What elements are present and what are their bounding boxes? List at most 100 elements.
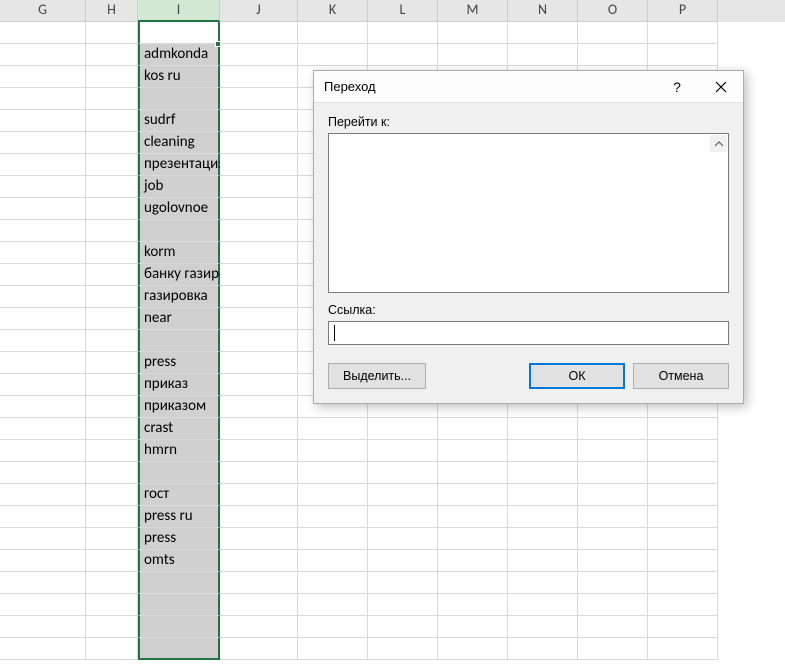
cell[interactable]: [368, 484, 438, 506]
cell[interactable]: admkonda: [138, 44, 220, 66]
cell[interactable]: [0, 330, 86, 352]
cell[interactable]: [438, 572, 508, 594]
scroll-up-button[interactable]: [710, 135, 727, 152]
cell[interactable]: [86, 352, 138, 374]
cell[interactable]: [86, 638, 138, 660]
cell[interactable]: [220, 594, 298, 616]
cell[interactable]: [0, 176, 86, 198]
column-header-G[interactable]: G: [0, 0, 86, 22]
cell[interactable]: [138, 220, 220, 242]
cell[interactable]: [86, 396, 138, 418]
cell[interactable]: [368, 44, 438, 66]
cell[interactable]: [86, 484, 138, 506]
cell[interactable]: [86, 264, 138, 286]
dialog-titlebar[interactable]: Переход ?: [314, 71, 743, 103]
cell[interactable]: [0, 44, 86, 66]
cell[interactable]: [220, 440, 298, 462]
cell[interactable]: [0, 220, 86, 242]
cell[interactable]: [438, 528, 508, 550]
cell[interactable]: omts: [138, 550, 220, 572]
cell[interactable]: [86, 220, 138, 242]
cell[interactable]: [0, 462, 86, 484]
cell[interactable]: [368, 616, 438, 638]
cell[interactable]: [298, 440, 368, 462]
cell[interactable]: [220, 88, 298, 110]
cell[interactable]: [138, 616, 220, 638]
cell[interactable]: [438, 22, 508, 44]
cell[interactable]: [138, 88, 220, 110]
cell[interactable]: [86, 110, 138, 132]
cell[interactable]: hmrn: [138, 440, 220, 462]
cell[interactable]: [508, 484, 578, 506]
reference-input[interactable]: [328, 321, 729, 345]
cell[interactable]: [86, 22, 138, 44]
cell[interactable]: [220, 528, 298, 550]
cell[interactable]: [438, 506, 508, 528]
cell[interactable]: crast: [138, 418, 220, 440]
cell[interactable]: [298, 418, 368, 440]
cell[interactable]: [438, 484, 508, 506]
cell[interactable]: [368, 462, 438, 484]
cell[interactable]: [298, 572, 368, 594]
cell[interactable]: [508, 22, 578, 44]
column-header-P[interactable]: P: [648, 0, 718, 22]
cell[interactable]: cleaning: [138, 132, 220, 154]
selection-handle[interactable]: [215, 41, 221, 47]
column-header-H[interactable]: H: [86, 0, 138, 22]
cell[interactable]: [0, 638, 86, 660]
cell[interactable]: [86, 616, 138, 638]
cell[interactable]: [138, 330, 220, 352]
cell[interactable]: гост: [138, 484, 220, 506]
ok-button[interactable]: ОК: [529, 363, 625, 389]
cell[interactable]: [220, 484, 298, 506]
cell[interactable]: [508, 572, 578, 594]
cell[interactable]: [648, 572, 718, 594]
cell[interactable]: [578, 616, 648, 638]
cell[interactable]: [138, 594, 220, 616]
cell[interactable]: [220, 176, 298, 198]
cell[interactable]: [0, 198, 86, 220]
cell[interactable]: [86, 154, 138, 176]
cell[interactable]: [0, 22, 86, 44]
cell[interactable]: [368, 594, 438, 616]
cell[interactable]: [86, 418, 138, 440]
cell[interactable]: [0, 440, 86, 462]
cell[interactable]: [0, 396, 86, 418]
cell[interactable]: [578, 22, 648, 44]
cell[interactable]: [368, 506, 438, 528]
cell[interactable]: [86, 66, 138, 88]
cell[interactable]: press ru: [138, 506, 220, 528]
column-header-M[interactable]: M: [438, 0, 508, 22]
cell[interactable]: [0, 286, 86, 308]
cell[interactable]: [438, 638, 508, 660]
cell[interactable]: [86, 88, 138, 110]
cell[interactable]: [220, 330, 298, 352]
cell[interactable]: [368, 638, 438, 660]
cell[interactable]: [298, 638, 368, 660]
cell[interactable]: [86, 132, 138, 154]
cell[interactable]: [298, 484, 368, 506]
cell[interactable]: [220, 242, 298, 264]
cell[interactable]: презентация: [138, 154, 220, 176]
cell[interactable]: [648, 638, 718, 660]
cell[interactable]: [578, 44, 648, 66]
special-button[interactable]: Выделить...: [328, 363, 426, 389]
cell[interactable]: [0, 594, 86, 616]
cell[interactable]: [508, 44, 578, 66]
cell[interactable]: [220, 572, 298, 594]
cell[interactable]: [138, 462, 220, 484]
column-header-O[interactable]: O: [578, 0, 648, 22]
cell[interactable]: [0, 154, 86, 176]
cell[interactable]: [220, 616, 298, 638]
cell[interactable]: [86, 594, 138, 616]
cell[interactable]: банку газировки: [138, 264, 220, 286]
cell[interactable]: [220, 638, 298, 660]
cell[interactable]: press: [138, 352, 220, 374]
cell[interactable]: [648, 528, 718, 550]
cell[interactable]: [220, 154, 298, 176]
cell[interactable]: [298, 506, 368, 528]
cell[interactable]: [86, 242, 138, 264]
cell[interactable]: [86, 330, 138, 352]
cell[interactable]: [648, 418, 718, 440]
cell[interactable]: [298, 594, 368, 616]
